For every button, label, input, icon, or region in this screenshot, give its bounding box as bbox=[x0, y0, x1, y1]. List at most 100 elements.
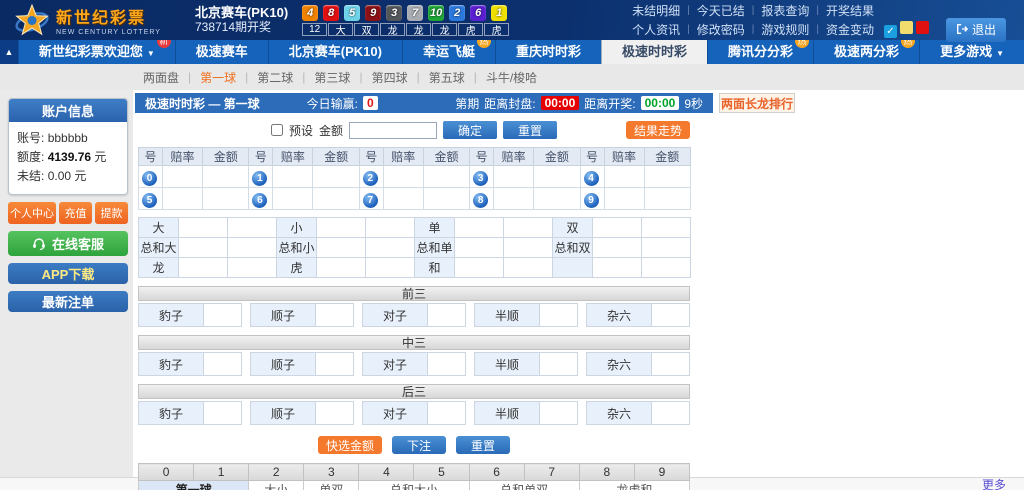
nav-item-6[interactable]: 腾讯分分彩热 bbox=[707, 40, 813, 64]
app-download-button[interactable]: APP下载 bbox=[8, 263, 128, 284]
bottom-tab-2[interactable]: 单双 bbox=[304, 481, 359, 490]
two-side-amount-cell[interactable] bbox=[228, 258, 277, 278]
nav-item-0[interactable]: 新世纪彩票欢迎您▼新 bbox=[18, 40, 175, 64]
subnav-item-2[interactable]: 第二球 bbox=[257, 69, 293, 86]
quick-amount-button[interactable]: 快选金额 bbox=[318, 436, 382, 454]
section-bet-input[interactable] bbox=[540, 352, 578, 376]
two-side-amount-cell[interactable] bbox=[228, 238, 277, 258]
bottom-tab-4[interactable]: 总和单双 bbox=[469, 481, 579, 490]
section-bet-input[interactable] bbox=[540, 303, 578, 327]
nav-item-2[interactable]: 北京赛车(PK10) bbox=[268, 40, 402, 64]
more-link[interactable]: 更多 bbox=[982, 476, 1006, 490]
bottom-tab-0[interactable]: 第一球 bbox=[139, 481, 249, 490]
section-bet-input[interactable] bbox=[652, 401, 690, 425]
ball-icon-6: 6 bbox=[252, 193, 267, 208]
amount-cell-2[interactable] bbox=[423, 166, 469, 188]
nav-item-5[interactable]: 极速时时彩 bbox=[601, 40, 707, 64]
latest-orders-button[interactable]: 最新注单 bbox=[8, 291, 128, 312]
section-bet-input[interactable] bbox=[204, 352, 242, 376]
account-button-2[interactable]: 提款 bbox=[95, 202, 128, 224]
account-button-0[interactable]: 个人中心 bbox=[8, 202, 56, 224]
account-unsettled: 未结: 0.00 元 bbox=[17, 167, 119, 186]
confirm-button[interactable]: 确定 bbox=[443, 121, 497, 139]
top-header: 新世纪彩票 NEW CENTURY LOTTERY 北京赛车(PK10) 738… bbox=[0, 0, 1024, 40]
account-info-panel: 账户信息 账号: bbbbbb 额度: 4139.76 元 未结: 0.00 元 bbox=[8, 98, 128, 195]
nav-item-7[interactable]: 极速两分彩热 bbox=[813, 40, 919, 64]
amount-cell-9[interactable] bbox=[644, 188, 690, 210]
preset-checkbox[interactable] bbox=[271, 124, 283, 136]
reset-button[interactable]: 重置 bbox=[503, 121, 557, 139]
subnav-item-6[interactable]: 斗牛/梭哈 bbox=[486, 69, 537, 86]
section-bet-input[interactable] bbox=[652, 303, 690, 327]
subnav-item-0[interactable]: 两面盘 bbox=[143, 69, 179, 86]
amount-cell-1[interactable] bbox=[313, 166, 359, 188]
section-bet-input[interactable] bbox=[204, 303, 242, 327]
two-side-amount-cell[interactable] bbox=[504, 238, 553, 258]
result-trend-button[interactable]: 结果走势 bbox=[626, 121, 690, 139]
section-bet-input[interactable] bbox=[204, 401, 242, 425]
ball-icon-3: 3 bbox=[473, 171, 488, 186]
theme-blue-button[interactable]: ✓ bbox=[884, 25, 897, 38]
subnav-item-5[interactable]: 第五球 bbox=[429, 69, 465, 86]
amount-input[interactable] bbox=[349, 122, 437, 139]
subnav-item-1[interactable]: 第一球 bbox=[200, 69, 236, 86]
two-side-bet-table: 大小单双总和大总和小总和单总和双龙虎和 bbox=[138, 217, 691, 278]
two-side-amount-cell[interactable] bbox=[504, 218, 553, 238]
subnav-item-4[interactable]: 第四球 bbox=[372, 69, 408, 86]
two-side-amount-cell[interactable] bbox=[642, 218, 691, 238]
theme-red-button[interactable] bbox=[916, 21, 929, 34]
nav-collapse-button[interactable]: ▲ bbox=[0, 40, 18, 64]
open-timer-value: 00:00 bbox=[641, 96, 680, 110]
bottom-tab-3[interactable]: 总和大小 bbox=[359, 481, 469, 490]
header-link-links_row2-2[interactable]: 游戏规则 bbox=[761, 21, 809, 38]
section-bet-input[interactable] bbox=[540, 401, 578, 425]
number-table-header: 金额 bbox=[203, 148, 249, 166]
amount-cell-8[interactable] bbox=[534, 188, 580, 210]
header-link-links_row2-1[interactable]: 修改密码 bbox=[697, 21, 745, 38]
header-link-links_row2-3[interactable]: 资金变动 bbox=[826, 21, 874, 38]
amount-cell-3[interactable] bbox=[534, 166, 580, 188]
header-link-links_row1-1[interactable]: 今天已结 bbox=[697, 2, 745, 19]
section-bet-label: 顺子 bbox=[250, 401, 316, 425]
amount-cell-0[interactable] bbox=[203, 166, 249, 188]
two-side-ranking-button[interactable]: 两面长龙排行 bbox=[719, 93, 795, 113]
section-bet-input[interactable] bbox=[316, 401, 354, 425]
bet-button[interactable]: 下注 bbox=[392, 436, 446, 454]
nav-item-1[interactable]: 极速赛车 bbox=[175, 40, 268, 64]
bottom-tab-1[interactable]: 大小 bbox=[249, 481, 304, 490]
ball-icon-1: 1 bbox=[252, 171, 267, 186]
header-link-links_row1-2[interactable]: 报表查询 bbox=[761, 2, 809, 19]
nav-item-4[interactable]: 重庆时时彩 bbox=[495, 40, 601, 64]
two-side-amount-cell[interactable] bbox=[366, 258, 415, 278]
two-side-amount-cell[interactable] bbox=[642, 238, 691, 258]
nav-item-8[interactable]: 更多游戏▼ bbox=[919, 40, 1024, 64]
reset-bets-button[interactable]: 重置 bbox=[456, 436, 510, 454]
two-side-amount-cell[interactable] bbox=[366, 218, 415, 238]
theme-yellow-button[interactable] bbox=[900, 21, 913, 34]
online-service-button[interactable]: 在线客服 bbox=[8, 231, 128, 256]
two-side-label: 龙 bbox=[139, 258, 179, 278]
header-link-links_row1-3[interactable]: 开奖结果 bbox=[826, 2, 874, 19]
table-row: 56789 bbox=[139, 188, 691, 210]
bottom-tab-5[interactable]: 龙虎和 bbox=[579, 481, 689, 490]
section-bet-input[interactable] bbox=[428, 352, 466, 376]
amount-cell-7[interactable] bbox=[423, 188, 469, 210]
section-bet-input[interactable] bbox=[428, 303, 466, 327]
header-link-links_row2-0[interactable]: 个人资讯 bbox=[632, 21, 680, 38]
two-side-amount-cell[interactable] bbox=[642, 258, 691, 278]
section-bet-input[interactable] bbox=[428, 401, 466, 425]
account-button-1[interactable]: 充值 bbox=[59, 202, 92, 224]
amount-cell-5[interactable] bbox=[203, 188, 249, 210]
header-link-links_row1-0[interactable]: 未结明细 bbox=[632, 2, 680, 19]
amount-cell-6[interactable] bbox=[313, 188, 359, 210]
two-side-amount-cell[interactable] bbox=[228, 218, 277, 238]
section-bet-input[interactable] bbox=[316, 352, 354, 376]
amount-cell-4[interactable] bbox=[644, 166, 690, 188]
section-bet-input[interactable] bbox=[316, 303, 354, 327]
nav-item-3[interactable]: 幸运飞艇热 bbox=[402, 40, 495, 64]
two-side-amount-cell[interactable] bbox=[366, 238, 415, 258]
logout-button[interactable]: 退出 bbox=[946, 18, 1006, 42]
two-side-amount-cell[interactable] bbox=[504, 258, 553, 278]
section-bet-input[interactable] bbox=[652, 352, 690, 376]
subnav-item-3[interactable]: 第三球 bbox=[314, 69, 350, 86]
